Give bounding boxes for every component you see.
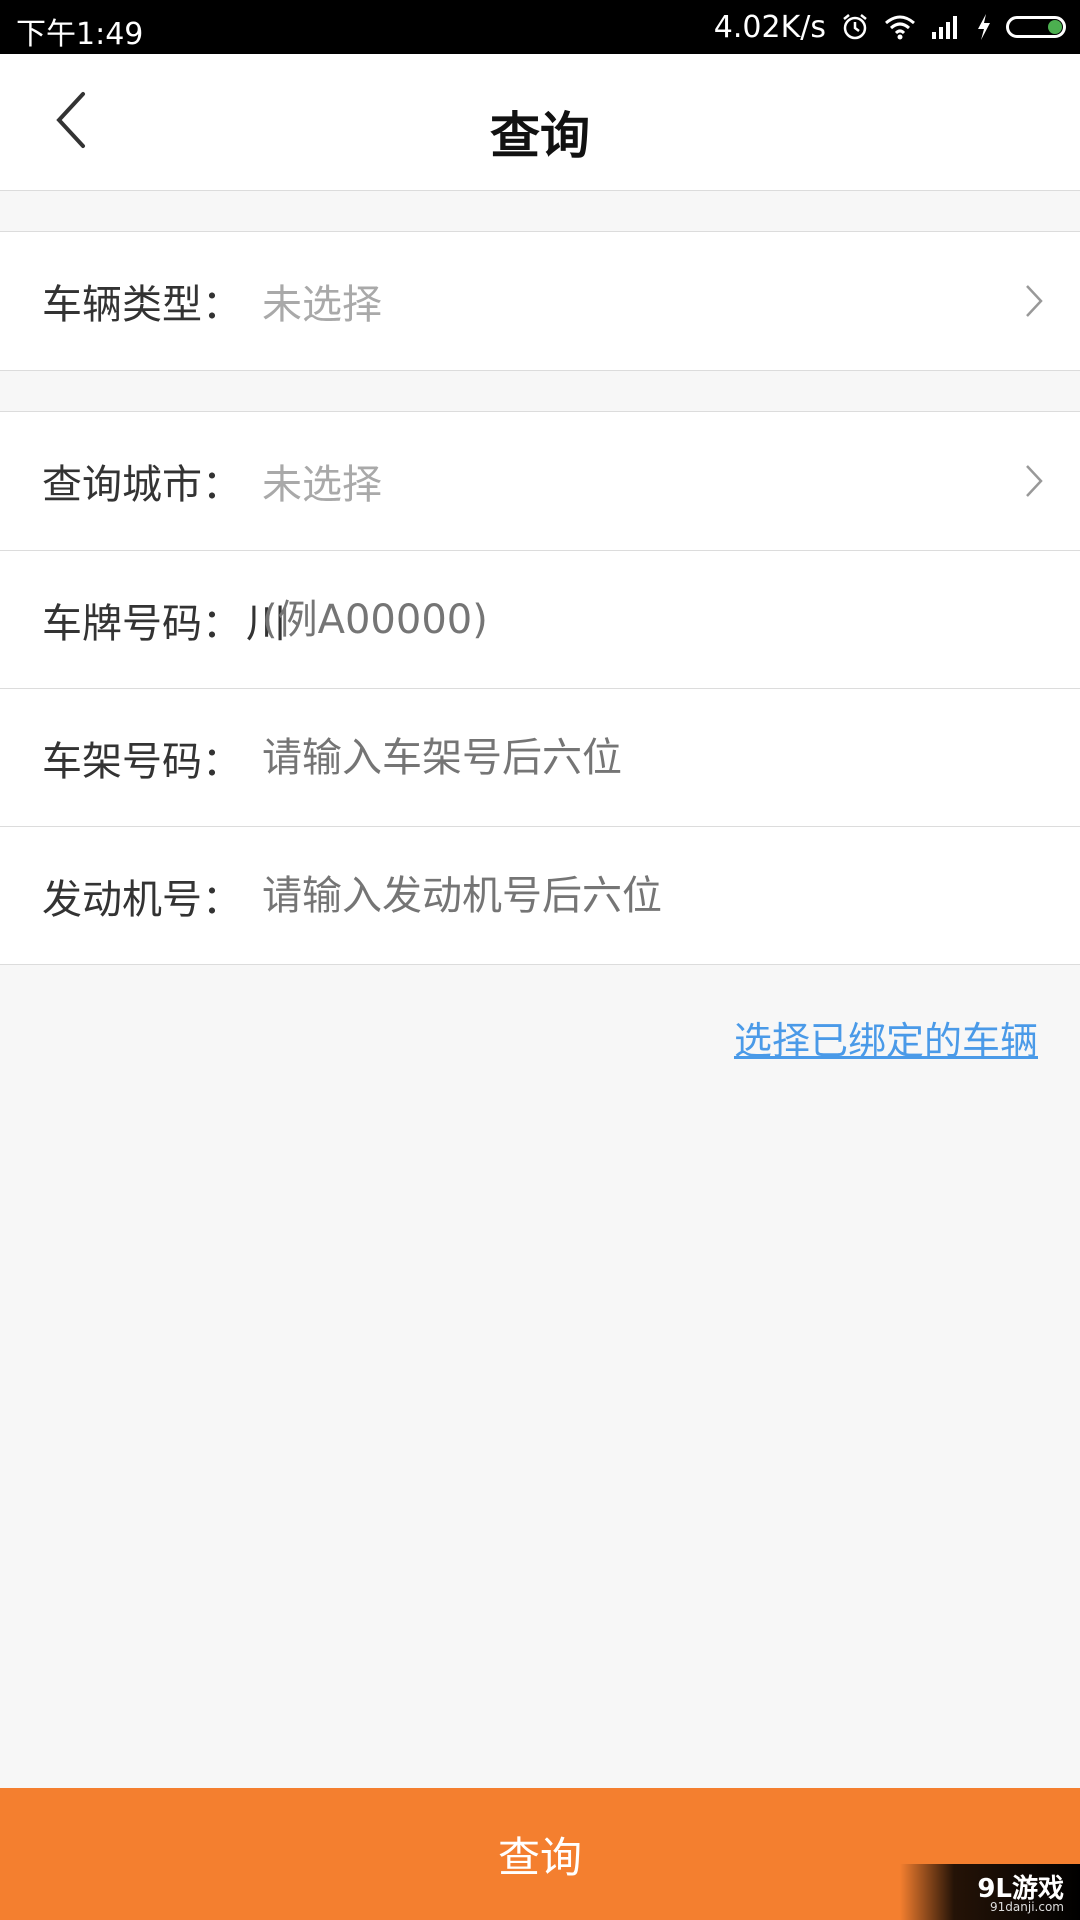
vehicle-type-value: 未选择 [262,282,382,328]
net-speed: 4.02K/s [713,9,826,45]
charging-icon [976,13,992,41]
frame-number-row: 车架号码： [0,688,1080,826]
engine-number-row: 发动机号： [0,826,1080,964]
status-icons: 4.02K/s [714,8,1066,46]
alarm-icon [840,12,870,42]
signal-icon [930,14,962,40]
engine-number-label: 发动机号： [42,876,242,923]
plate-number-input[interactable] [262,596,862,643]
watermark-sub: 91danji.com [990,1900,1064,1914]
battery-icon [1006,16,1066,38]
query-city-row[interactable]: 查询城市： 未选择 [0,412,1080,550]
query-form-group: 查询城市： 未选择 车牌号码： 川 车架号码： 发动机号： [0,411,1080,965]
vehicle-type-label: 车辆类型： [42,282,242,328]
plate-number-row: 车牌号码： 川 [0,550,1080,688]
wifi-icon [884,14,916,40]
engine-number-input[interactable] [262,872,962,919]
query-city-label: 查询城市： [42,462,242,508]
watermark-logo: 9L游戏 91danji.com [900,1864,1080,1920]
chevron-right-icon [1024,283,1044,319]
vehicle-type-group: 车辆类型： 未选择 [0,231,1080,371]
chevron-right-icon [1024,463,1044,499]
navbar: 查询 [0,54,1080,191]
status-time: 下午1:49 [16,17,144,52]
frame-number-label: 车架号码： [42,738,242,785]
query-city-value: 未选择 [262,462,382,508]
page-title: 查询 [490,107,590,165]
plate-number-label: 车牌号码： [42,600,242,647]
status-bar: 下午1:49 4.02K/s [0,0,1080,54]
frame-number-input[interactable] [262,734,962,781]
select-bound-vehicle-link[interactable]: 选择已绑定的车辆 [734,1010,1038,1065]
vehicle-type-row[interactable]: 车辆类型： 未选择 [0,232,1080,370]
